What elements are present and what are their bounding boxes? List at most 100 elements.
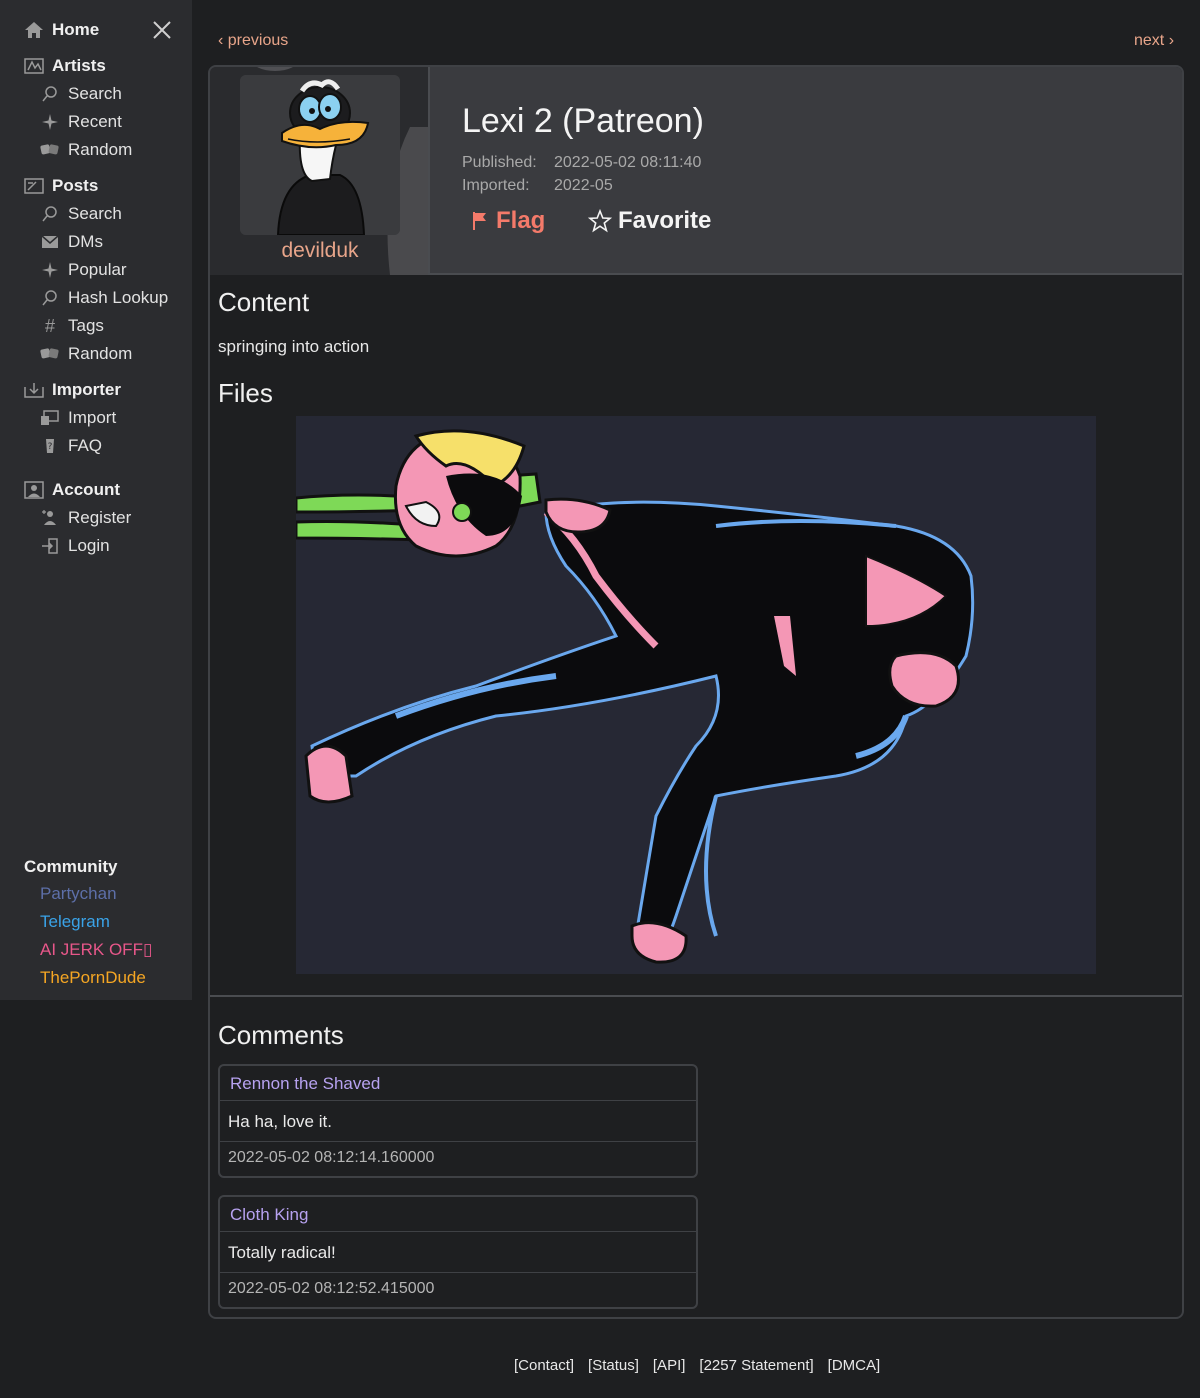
imported-label: Imported:: [462, 177, 530, 194]
nav-account-header[interactable]: Account: [24, 480, 120, 500]
sidebar-item-label: DMs: [68, 232, 103, 251]
sidebar-item-artists-search[interactable]: Search: [40, 84, 122, 104]
sidebar-item-import[interactable]: Import: [40, 408, 116, 428]
community-link-telegram[interactable]: Telegram: [40, 912, 110, 932]
artwork-illustration: [296, 416, 1096, 974]
sparkle-icon: [40, 261, 60, 279]
footer-link-contact[interactable]: [Contact]: [514, 1357, 574, 1374]
star-icon: [588, 209, 612, 233]
footer-link-status[interactable]: [Status]: [588, 1357, 639, 1374]
close-icon[interactable]: [150, 18, 174, 42]
avatar[interactable]: [240, 75, 400, 235]
sidebar-item-label: Hash Lookup: [68, 288, 169, 307]
comment-card: Rennon the Shaved Ha ha, love it. 2022-0…: [218, 1064, 698, 1178]
comment-author[interactable]: Cloth King: [220, 1197, 696, 1232]
dice-icon: [40, 141, 60, 159]
sidebar-item-label: Popular: [68, 260, 127, 279]
flag-icon: [473, 212, 486, 230]
sidebar-item-register[interactable]: Register: [40, 508, 131, 528]
comment-date: 2022-05-02 08:12:52.415000: [228, 1280, 435, 1297]
nav-posts-header[interactable]: Posts: [24, 176, 98, 196]
community-link-partychan[interactable]: Partychan: [40, 884, 117, 904]
comment-body: Totally radical!: [220, 1232, 696, 1273]
sparkle-icon: [40, 113, 60, 131]
search-icon: [40, 289, 60, 307]
nav-artists-label: Artists: [52, 56, 106, 75]
banner-decoration: [257, 67, 293, 71]
comment-date: 2022-05-02 08:12:14.160000: [228, 1149, 435, 1166]
sidebar-item-label: Register: [68, 508, 132, 527]
sidebar-item-label: Recent: [68, 112, 122, 131]
sidebar: Home Artists Search Recent Random Posts …: [0, 0, 192, 1000]
comment-body: Ha ha, love it.: [220, 1101, 696, 1142]
footer: [Contact] [Status] [API] [2257 Statement…: [514, 1357, 880, 1374]
envelope-icon: [40, 233, 60, 251]
sidebar-item-label: Login: [68, 536, 110, 555]
published-label: Published:: [462, 154, 537, 171]
nav-importer-label: Importer: [52, 380, 121, 399]
nav-importer-header[interactable]: Importer: [24, 380, 121, 400]
flag-button[interactable]: Flag: [472, 207, 545, 235]
sidebar-item-artists-random[interactable]: Random: [40, 140, 132, 160]
login-icon: [40, 537, 60, 555]
importer-icon: [24, 381, 44, 399]
faq-icon: ?: [40, 437, 60, 455]
sidebar-item-faq[interactable]: ? FAQ: [40, 436, 102, 456]
favorite-label: Favorite: [618, 207, 712, 234]
footer-link-dmca[interactable]: [DMCA]: [828, 1357, 881, 1374]
account-icon: [24, 481, 44, 499]
nav-artists-header[interactable]: Artists: [24, 56, 106, 76]
sidebar-item-label: Import: [68, 408, 117, 427]
community-heading: Community: [24, 857, 118, 876]
svg-text:?: ?: [48, 442, 53, 452]
flag-label: Flag: [496, 207, 546, 234]
post-header: devilduk Lexi 2 (Patreon) Published: 202…: [210, 67, 1182, 275]
post-card: devilduk Lexi 2 (Patreon) Published: 202…: [208, 65, 1184, 1319]
post-content: springing into action: [218, 337, 370, 356]
community-link-ai-jerk-off[interactable]: AI JERK OFF▯: [40, 940, 152, 960]
sidebar-item-posts-search[interactable]: Search: [40, 204, 122, 224]
sidebar-item-posts-tags[interactable]: # Tags: [40, 316, 104, 336]
published-date: 2022-05-02 08:11:40: [554, 154, 702, 171]
favorite-button[interactable]: Favorite: [588, 207, 711, 235]
artist-name[interactable]: devilduk: [210, 239, 428, 263]
duck-avatar-icon: [240, 75, 400, 235]
artist-card[interactable]: devilduk: [210, 67, 430, 275]
sidebar-item-label: Tags: [68, 316, 104, 335]
sidebar-item-posts-random[interactable]: Random: [40, 344, 132, 364]
sidebar-item-artists-recent[interactable]: Recent: [40, 112, 122, 132]
sidebar-item-posts-hash-lookup[interactable]: Hash Lookup: [40, 288, 168, 308]
nav-home[interactable]: Home: [24, 20, 99, 40]
hash-icon: #: [44, 315, 55, 336]
post-title: Lexi 2 (Patreon): [462, 102, 704, 140]
sidebar-item-label: Random: [68, 140, 133, 159]
comment-card: Cloth King Totally radical! 2022-05-02 0…: [218, 1195, 698, 1309]
posts-icon: [24, 177, 44, 195]
next-link[interactable]: next ›: [1134, 32, 1174, 50]
dice-icon: [40, 345, 60, 363]
post-file-image[interactable]: [296, 416, 1096, 974]
nav-account-label: Account: [52, 480, 120, 499]
sidebar-item-posts-dms[interactable]: DMs: [40, 232, 103, 252]
files-heading: Files: [218, 378, 273, 408]
sidebar-item-posts-popular[interactable]: Popular: [40, 260, 127, 280]
sidebar-item-label: Random: [68, 344, 133, 363]
section-divider: [210, 995, 1182, 997]
imported-date: 2022-05: [554, 177, 613, 194]
comments-heading: Comments: [218, 1020, 344, 1050]
content-heading: Content: [218, 287, 310, 317]
register-icon: [40, 509, 60, 527]
sidebar-item-login[interactable]: Login: [40, 536, 110, 556]
previous-link[interactable]: ‹ previous: [218, 32, 288, 50]
footer-link-api[interactable]: [API]: [653, 1357, 686, 1374]
footer-link-2257-statement[interactable]: [2257 Statement]: [699, 1357, 813, 1374]
comment-author[interactable]: Rennon the Shaved: [220, 1066, 696, 1101]
sidebar-item-label: Search: [68, 84, 122, 103]
nav-home-label: Home: [52, 20, 100, 39]
search-icon: [40, 85, 60, 103]
artists-icon: [24, 57, 44, 75]
home-icon: [24, 21, 44, 39]
sidebar-item-label: FAQ: [68, 436, 103, 455]
community-link-theporndude[interactable]: ThePornDude: [40, 968, 146, 988]
search-icon: [40, 205, 60, 223]
